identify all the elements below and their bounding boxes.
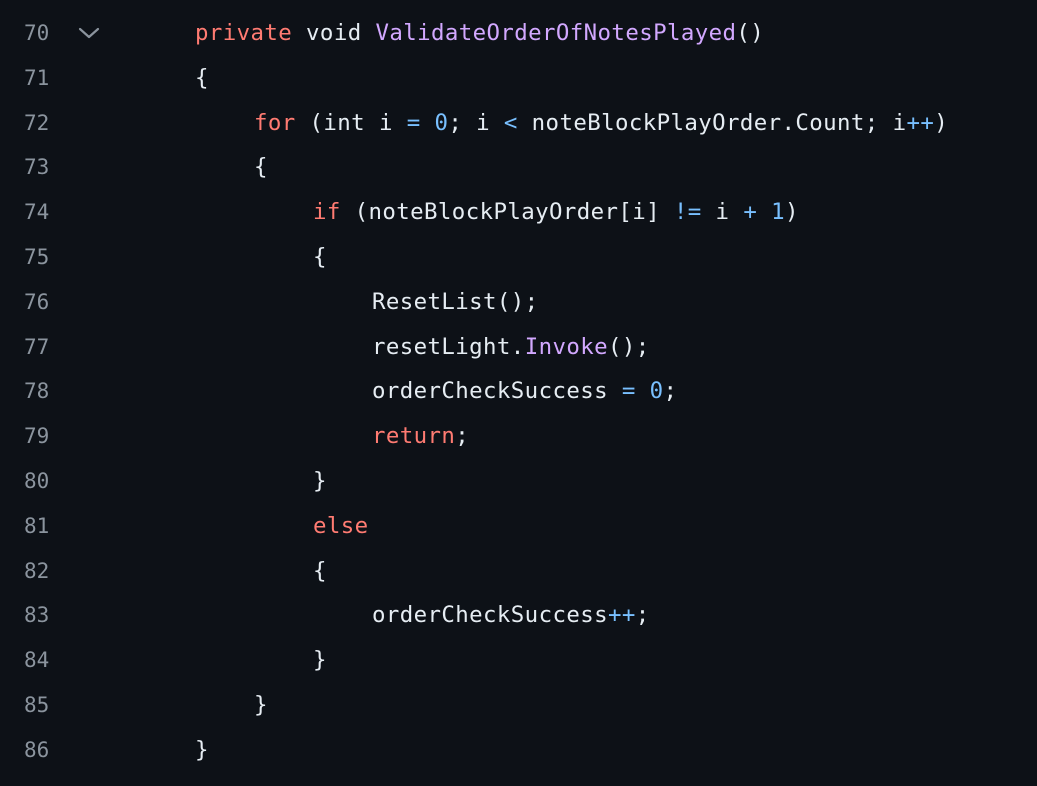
- code-token-plain: ;: [635, 602, 650, 629]
- line-number[interactable]: 71: [24, 56, 64, 101]
- line-number[interactable]: 84: [24, 638, 64, 683]
- line-number[interactable]: 75: [24, 235, 64, 280]
- code-token-plain: }: [313, 647, 327, 674]
- code-line: 82 {: [0, 549, 1037, 594]
- code-line: 74 if (noteBlockPlayOrder[i] != i + 1): [0, 190, 1037, 235]
- code-token-function: Invoke: [524, 333, 608, 360]
- line-content: ResetList();: [372, 280, 539, 325]
- line-number[interactable]: 86: [24, 728, 64, 773]
- code-line: 84}: [0, 638, 1037, 683]
- code-token-plain: (int i: [295, 109, 407, 136]
- line-content: }: [195, 728, 209, 773]
- code-token-plain: ;: [663, 378, 678, 405]
- line-number[interactable]: 73: [24, 145, 64, 190]
- code-token-plain: {: [195, 64, 209, 91]
- code-line: 70 private void ValidateOrderOfNotesPlaye…: [0, 11, 1037, 56]
- line-number[interactable]: 76: [24, 280, 64, 325]
- code-token-plain: (): [736, 20, 765, 46]
- code-line: 80}: [0, 459, 1037, 504]
- line-number[interactable]: 70: [24, 11, 64, 56]
- code-token-plain: }: [195, 736, 209, 763]
- code-token-plain: noteBlockPlayOrder.Count; i: [517, 109, 907, 136]
- code-token-operator: =: [406, 109, 421, 136]
- code-token-plain: }: [254, 691, 268, 718]
- code-token-plain: resetLight.: [372, 333, 525, 360]
- code-line: 79 return;: [0, 414, 1037, 459]
- code-line: 81 else: [0, 504, 1037, 549]
- code-token-operator: !=: [673, 199, 702, 226]
- code-token-plain: orderCheckSuccess: [372, 378, 622, 405]
- code-line: 72 for (int i = 0; i < noteBlockPlayOrder…: [0, 101, 1037, 146]
- line-content: }: [313, 638, 327, 683]
- code-line: 86}: [0, 728, 1037, 773]
- code-token-function: ValidateOrderOfNotesPlayed: [375, 20, 737, 46]
- line-content: if (noteBlockPlayOrder[i] != i + 1): [313, 190, 799, 235]
- code-token-plain: {: [254, 154, 268, 181]
- code-token-number: 0: [434, 109, 449, 136]
- code-token-keyword: private: [195, 20, 293, 46]
- code-token-plain: {: [313, 243, 327, 270]
- code-token-plain: ();: [607, 333, 650, 360]
- code-view: 70 private void ValidateOrderOfNotesPlaye…: [0, 0, 1037, 786]
- line-number[interactable]: 74: [24, 190, 64, 235]
- code-token-operator: +: [743, 199, 758, 226]
- line-number[interactable]: 81: [24, 504, 64, 549]
- code-line: 83 orderCheckSuccess++;: [0, 593, 1037, 638]
- line-content: }: [254, 683, 268, 728]
- code-token-plain: ): [785, 199, 799, 226]
- code-line: 78 orderCheckSuccess = 0;: [0, 369, 1037, 414]
- code-token-operator: =: [621, 378, 636, 405]
- code-token-keyword: if: [313, 199, 341, 226]
- line-number[interactable]: 78: [24, 369, 64, 414]
- code-token-plain: ): [934, 109, 949, 136]
- line-number[interactable]: 80: [24, 459, 64, 504]
- code-token-plain: }: [313, 467, 327, 494]
- chevron-down-icon[interactable]: [78, 25, 100, 41]
- line-content: for (int i = 0; i < noteBlockPlayOrder.C…: [254, 101, 948, 146]
- code-token-plain: orderCheckSuccess: [372, 602, 608, 629]
- code-token-number: 0: [649, 378, 664, 405]
- code-token-plain: {: [313, 557, 327, 584]
- line-number[interactable]: 83: [24, 593, 64, 638]
- code-token-operator: ++: [906, 109, 935, 136]
- line-content: resetLight.Invoke();: [372, 325, 650, 370]
- line-number[interactable]: 79: [24, 414, 64, 459]
- code-line: 76 ResetList();: [0, 280, 1037, 325]
- code-line: 71 {: [0, 56, 1037, 101]
- code-line: 73 {: [0, 145, 1037, 190]
- code-token-plain: (noteBlockPlayOrder[i]: [340, 199, 674, 226]
- line-content: else: [313, 504, 369, 549]
- line-content: orderCheckSuccess = 0;: [372, 369, 677, 414]
- line-content: orderCheckSuccess++;: [372, 593, 650, 638]
- code-line: 77 resetLight.Invoke();: [0, 325, 1037, 370]
- code-token-plain: ResetList();: [372, 288, 539, 315]
- code-token-plain: ; i: [448, 109, 504, 136]
- line-content: private void ValidateOrderOfNotesPlayed(…: [195, 11, 764, 56]
- code-line: 85}: [0, 683, 1037, 728]
- code-line: 75 {: [0, 235, 1037, 280]
- line-content: {: [313, 549, 327, 594]
- code-token-operator: <: [503, 109, 518, 136]
- line-number[interactable]: 77: [24, 325, 64, 370]
- code-token-number: 1: [771, 199, 785, 226]
- code-token-plain: ;: [455, 423, 470, 450]
- code-token-plain: void: [292, 20, 376, 46]
- code-token-keyword: else: [313, 512, 369, 539]
- line-number[interactable]: 85: [24, 683, 64, 728]
- code-token-keyword: for: [254, 109, 296, 136]
- code-token-plain: i: [701, 199, 744, 226]
- line-content: }: [313, 459, 327, 504]
- line-number[interactable]: 82: [24, 549, 64, 594]
- line-content: {: [195, 56, 209, 101]
- code-token-operator: ++: [607, 602, 636, 629]
- line-content: return;: [372, 414, 469, 459]
- line-number[interactable]: 72: [24, 101, 64, 146]
- line-content: {: [313, 235, 327, 280]
- line-content: {: [254, 145, 268, 190]
- code-token-keyword: return: [372, 423, 456, 450]
